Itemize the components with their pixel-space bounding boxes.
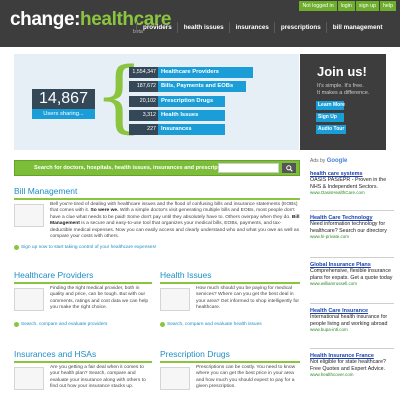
- nav-insurances[interactable]: insurances: [228, 22, 269, 33]
- users-count: 14,867: [32, 89, 95, 109]
- ad-url[interactable]: www.healthcover.com: [310, 372, 394, 377]
- ad-url[interactable]: www.williamrussell.com: [310, 281, 394, 286]
- join-title: Join us!: [317, 64, 367, 79]
- learn-more-button[interactable]: Learn More: [316, 101, 345, 110]
- ad-body: Not eligible for state healthcare? Free …: [310, 359, 386, 372]
- join-panel: Join us! It's simple. It's free. It make…: [300, 54, 386, 150]
- bill-thumbnail: [14, 204, 44, 227]
- ad-divider: [310, 303, 394, 304]
- providers-description: Finding the right medical provider, both…: [50, 286, 149, 311]
- stat-value: 20,102: [129, 95, 158, 107]
- stat-row-drugs[interactable]: 20,102 Prescription Drugs: [129, 95, 253, 107]
- nav-health-issues[interactable]: health issues: [176, 22, 224, 33]
- ad-body: Comprehensive, flexible insurance plans …: [310, 268, 393, 281]
- providers-link-text: Search, compare and evaluate providers: [21, 322, 108, 327]
- stat-label: Healthcare Providers: [158, 67, 253, 78]
- ad-item[interactable]: Health Care Insurance International heal…: [310, 308, 394, 332]
- stats-list: 1,554,347 Healthcare Providers 187,672 B…: [129, 67, 253, 138]
- users-sharing-label: Users sharing...: [32, 109, 95, 119]
- magnifier-icon: [14, 322, 19, 327]
- sign-up-link[interactable]: sign up: [355, 1, 379, 11]
- insurances-description: Are you getting a fair deal when it come…: [50, 365, 146, 390]
- search-icon: [285, 164, 293, 172]
- stat-row-insurances[interactable]: 227 Insurances: [129, 124, 253, 136]
- ads-by-google[interactable]: Ads by Google: [310, 158, 347, 164]
- logo-prefix: change:: [10, 9, 81, 30]
- ad-item[interactable]: Health Care Technology Need information …: [310, 215, 394, 239]
- section-divider: [14, 361, 152, 363]
- providers-link[interactable]: Search, compare and evaluate providers: [14, 322, 107, 327]
- issues-description: How much should you be paying for medica…: [196, 286, 300, 311]
- ad-url[interactable]: www.OasisHealthCare.com: [310, 190, 394, 195]
- stat-label: Bills, Payments and EOBs: [158, 81, 246, 93]
- section-divider: [160, 361, 300, 363]
- login-status: Not logged in: [299, 1, 337, 11]
- bill-text-emphasis: So were we.: [90, 208, 119, 214]
- bill-management-heading: Bill Management: [14, 186, 78, 196]
- ad-divider: [310, 210, 394, 211]
- insurances-heading: Insurances and HSAs: [14, 349, 97, 359]
- drugs-thumbnail: [160, 367, 190, 390]
- insurances-thumbnail: [14, 367, 44, 390]
- google-logo: Google: [326, 158, 348, 164]
- sign-up-button[interactable]: Sign Up: [316, 113, 344, 122]
- ad-divider: [310, 257, 394, 258]
- stat-row-issues[interactable]: 3,312 Health Issues: [129, 109, 253, 121]
- stat-value: 3,312: [129, 109, 158, 121]
- providers-thumbnail: [14, 288, 44, 311]
- top-bar: change:healthcare beta Not logged in log…: [0, 0, 400, 47]
- ad-body: International health insurance for peopl…: [310, 314, 388, 327]
- stat-label: Insurances: [158, 124, 225, 136]
- section-divider: [160, 282, 300, 284]
- main-nav: providers health issues insurances presc…: [136, 22, 387, 33]
- ad-item[interactable]: health care systems OASIS PAS/EPR - Prov…: [310, 171, 394, 195]
- nav-prescriptions[interactable]: prescriptions: [273, 22, 321, 33]
- ad-body: OASIS PAS/EPR - Proven in the NHS & Inde…: [310, 177, 387, 190]
- bill-text: is a secure and easy-to-use tool that or…: [50, 221, 300, 240]
- join-subtitle-line: It's simple. It's free.: [317, 83, 364, 89]
- nav-providers[interactable]: providers: [136, 22, 172, 33]
- issues-link-text: Search, compare and evaluate health issu…: [167, 322, 262, 327]
- health-issues-heading: Health Issues: [160, 270, 212, 280]
- prescription-drugs-heading: Prescription Drugs: [160, 349, 230, 359]
- search-label: Search for doctors, hospitals, health is…: [34, 165, 233, 171]
- stat-value: 1,554,347: [129, 67, 158, 78]
- search-bar: Search for doctors, hospitals, health is…: [14, 160, 300, 176]
- healthcare-providers-heading: Healthcare Providers: [14, 270, 94, 280]
- account-links: Not logged in login sign up help: [299, 1, 396, 11]
- stat-value: 227: [129, 124, 158, 136]
- ads-by-label: Ads by: [310, 158, 326, 164]
- ad-item[interactable]: Health Insurance France Not eligible for…: [310, 353, 394, 377]
- audio-tour-button[interactable]: Audio Tour: [316, 125, 346, 134]
- login-link[interactable]: login: [337, 1, 355, 11]
- stats-hero: 14,867 Users sharing... { 1,554,347 Heal…: [14, 54, 299, 150]
- search-input[interactable]: [218, 163, 279, 173]
- join-subtitle-line: It makes a difference.: [317, 89, 370, 96]
- ad-url[interactable]: www.bupa-intl.com: [310, 327, 394, 332]
- search-button[interactable]: [282, 163, 296, 173]
- ad-item[interactable]: Global Insurance Plans Comprehensive, fl…: [310, 262, 394, 286]
- help-link[interactable]: help: [379, 1, 396, 11]
- stat-row-providers[interactable]: 1,554,347 Healthcare Providers: [129, 67, 253, 78]
- bill-signup-link-text: Sign up now to start taking control of y…: [21, 245, 157, 250]
- stat-label: Prescription Drugs: [158, 95, 225, 107]
- bill-description: Bell you're tired of dealing with health…: [50, 202, 300, 240]
- ad-divider: [310, 348, 394, 349]
- drugs-description: Prescriptions can be costly. You need to…: [196, 365, 296, 390]
- stat-value: 187,672: [129, 81, 158, 93]
- ad-url[interactable]: www.hi-private.com: [310, 234, 394, 239]
- magnifier-icon: [160, 322, 165, 327]
- ad-body: Need information technology for healthca…: [310, 221, 387, 234]
- section-divider: [14, 282, 152, 284]
- stat-label: Health Issues: [158, 109, 225, 121]
- arrow-icon: [14, 245, 19, 250]
- stat-row-bills[interactable]: 187,672 Bills, Payments and EOBs: [129, 81, 253, 93]
- join-subtitle: It's simple. It's free. It makes a diffe…: [317, 83, 369, 96]
- issues-thumbnail: [160, 288, 190, 311]
- issues-link[interactable]: Search, compare and evaluate health issu…: [160, 322, 262, 327]
- section-divider: [14, 198, 300, 200]
- bill-signup-link[interactable]: Sign up now to start taking control of y…: [14, 245, 156, 250]
- nav-bill-management[interactable]: bill management: [325, 22, 382, 33]
